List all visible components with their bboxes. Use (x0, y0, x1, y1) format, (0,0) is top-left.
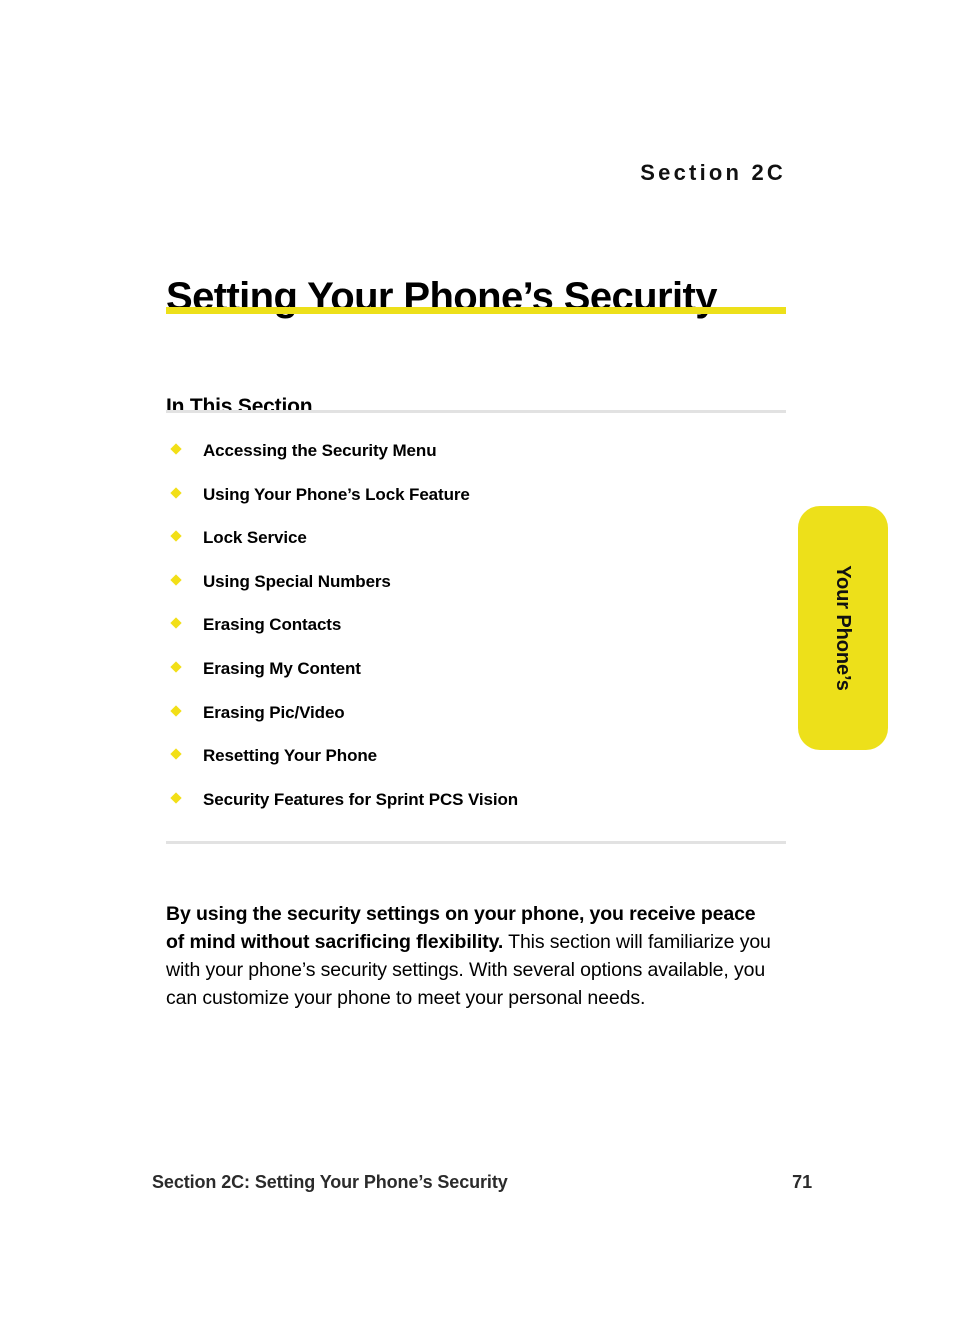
intro-paragraph: By using the security settings on your p… (166, 900, 771, 1012)
list-item-label: Using Your Phone’s Lock Feature (203, 484, 470, 504)
list-item: Accessing the Security Menu (166, 440, 786, 484)
footer-section-label: Section 2C: Setting Your Phone’s Securit… (152, 1172, 508, 1192)
diamond-bullet-icon (170, 661, 182, 673)
in-this-section-heading: In This Section (166, 395, 313, 419)
diamond-bullet-icon (170, 486, 182, 499)
list-item: Erasing Pic/Video (166, 702, 786, 746)
list-item: Using Your Phone’s Lock Feature (166, 484, 786, 528)
footer-page-number: 71 (792, 1172, 812, 1192)
list-item-label: Security Features for Sprint PCS Vision (203, 789, 519, 809)
list-item-label: Resetting Your Phone (203, 746, 378, 766)
title-accent-rule (166, 307, 786, 314)
diamond-bullet-icon (170, 443, 182, 455)
list-item: Security Features for Sprint PCS Vision (166, 789, 786, 833)
page-footer: Section 2C: Setting Your Phone’s Securit… (152, 1172, 812, 1193)
list-item: Erasing Contacts (166, 614, 786, 658)
diamond-bullet-icon (170, 748, 182, 760)
document-page: Section 2C Setting Your Phone’s Security… (0, 0, 954, 1336)
diamond-bullet-icon (170, 530, 182, 542)
list-item: Resetting Your Phone (166, 745, 786, 789)
list-item-label: Accessing the Security Menu (203, 441, 437, 460)
list-item-label: Erasing Contacts (203, 615, 342, 635)
list-item-label: Erasing Pic/Video (203, 702, 345, 722)
list-item-label: Lock Service (203, 528, 307, 548)
list-item: Using Special Numbers (166, 571, 786, 615)
divider-top (166, 410, 786, 413)
section-eyebrow: Section 2C (640, 160, 786, 185)
in-this-section-list: Accessing the Security Menu Using Your P… (166, 440, 786, 832)
diamond-bullet-icon (170, 792, 182, 804)
divider-bottom (166, 841, 786, 844)
list-item-label: Erasing My Content (203, 658, 361, 678)
diamond-bullet-icon (170, 617, 182, 630)
list-item-label: Using Special Numbers (203, 571, 391, 591)
side-thumb-tab-label: Your Phone’s (832, 565, 855, 691)
list-item: Lock Service (166, 527, 786, 571)
diamond-bullet-icon (170, 574, 182, 586)
list-item: Erasing My Content (166, 658, 786, 702)
diamond-bullet-icon (170, 704, 182, 717)
side-thumb-tab: Your Phone’s (798, 506, 888, 750)
